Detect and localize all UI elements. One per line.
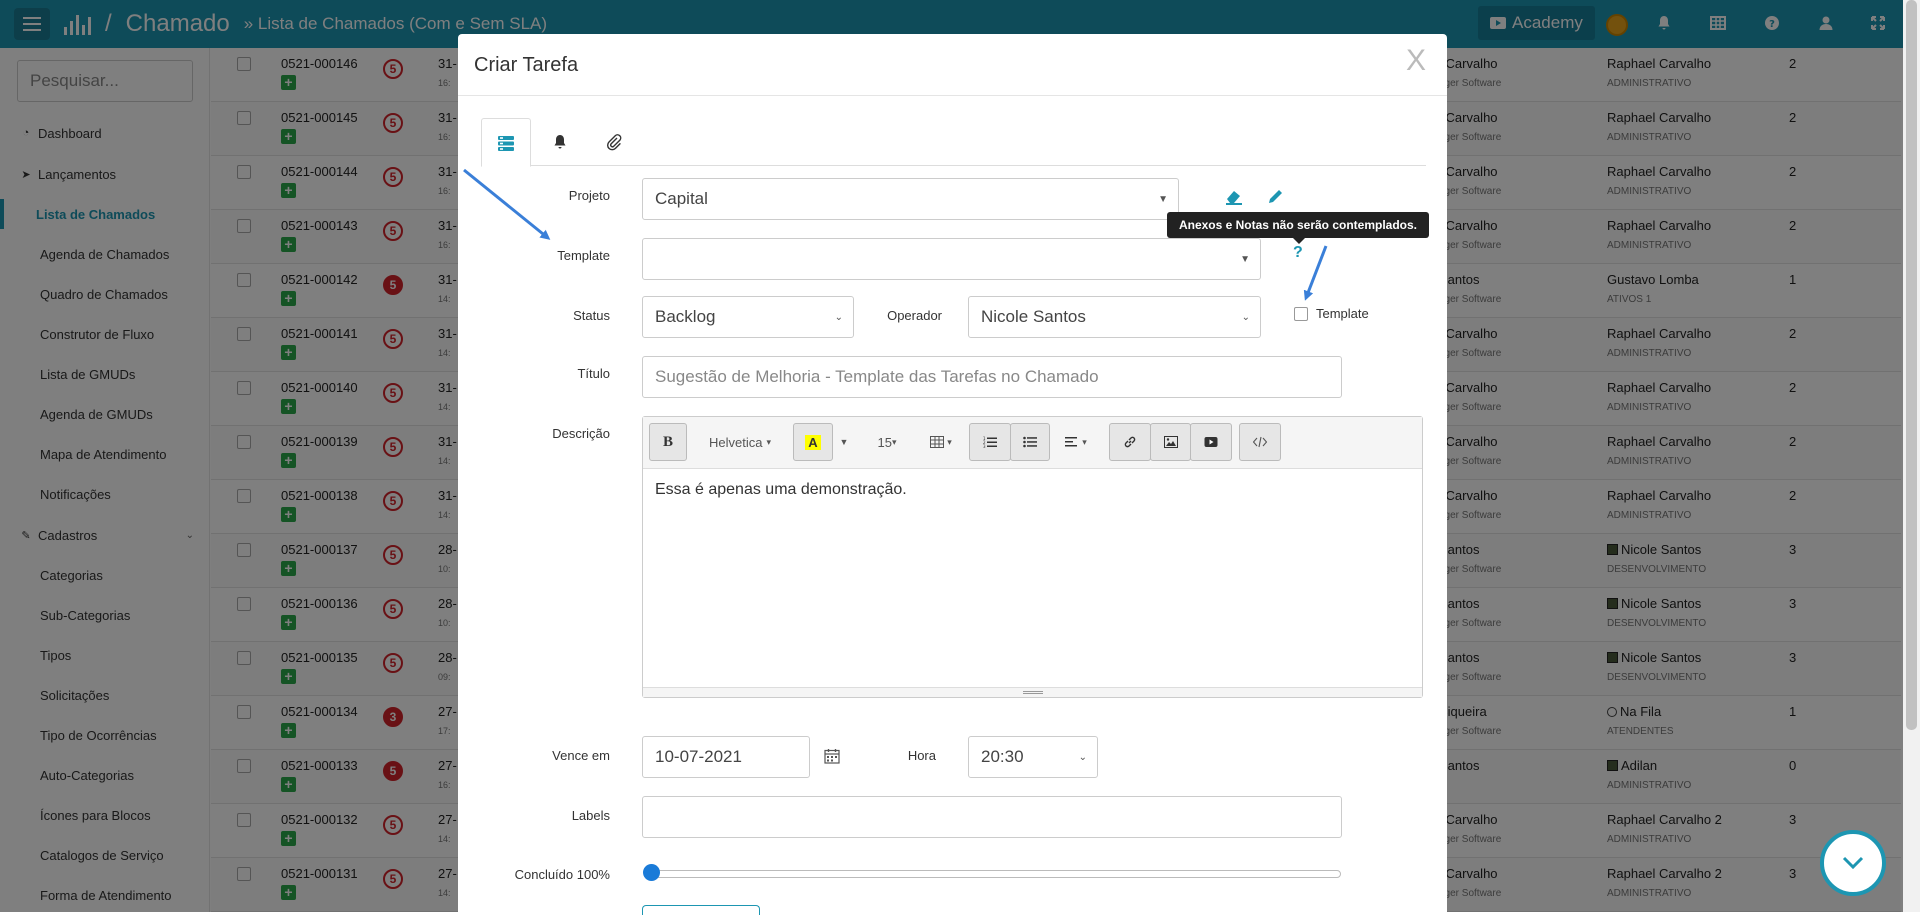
text-color-dropdown[interactable]: ▼ xyxy=(833,423,855,461)
tooltip: Anexos e Notas não serão contemplados. xyxy=(1167,212,1429,244)
ordered-list-button[interactable]: 123 xyxy=(969,423,1011,461)
caret-down-icon: ▾ xyxy=(766,436,771,447)
eraser-icon[interactable] xyxy=(1224,186,1244,206)
hora-select[interactable]: 20:30 ⌄ xyxy=(968,736,1098,778)
editor-toolbar: B Helvetica ▾ A ▼ 15 ▾ ▾ 123 ▾ xyxy=(643,417,1422,469)
table-dropdown[interactable]: ▾ xyxy=(919,423,963,461)
color-letter: A xyxy=(805,434,821,450)
projeto-value: Capital xyxy=(655,189,708,208)
projeto-label: Projeto xyxy=(568,188,610,203)
tasks-icon xyxy=(498,135,514,151)
chevron-down-icon xyxy=(1842,856,1864,870)
page-scrollbar-thumb[interactable] xyxy=(1906,0,1917,730)
concluido-slider-track[interactable] xyxy=(645,870,1341,878)
caret-down-icon: ▾ xyxy=(1082,436,1087,447)
scroll-down-button[interactable] xyxy=(1820,830,1886,896)
table-icon xyxy=(930,436,945,448)
vence-em-label: Vence em xyxy=(552,748,610,763)
image-icon xyxy=(1163,436,1178,448)
bell-icon xyxy=(554,135,566,149)
paperclip-icon xyxy=(606,134,622,151)
concluido-slider-handle[interactable] xyxy=(643,864,660,881)
calendar-icon[interactable] xyxy=(824,748,840,764)
descricao-editor[interactable]: B Helvetica ▾ A ▼ 15 ▾ ▾ 123 ▾ Essa é apen… xyxy=(642,416,1423,698)
caret-down-icon: ▾ xyxy=(891,436,897,447)
projeto-select[interactable]: Capital ▼ xyxy=(642,178,1179,220)
editor-resize-handle[interactable] xyxy=(643,687,1422,697)
template-checkbox-group[interactable]: Template xyxy=(1294,306,1369,321)
font-size-dropdown[interactable]: 15 ▾ xyxy=(865,423,909,461)
text-color-button[interactable]: A xyxy=(793,423,833,461)
modal-tabs xyxy=(481,118,1426,167)
titulo-input[interactable]: Sugestão de Melhoria - Template das Tare… xyxy=(642,356,1342,398)
operador-select[interactable]: Nicole Santos ⌄ xyxy=(968,296,1261,338)
unordered-list-button[interactable] xyxy=(1010,423,1050,461)
editor-content[interactable]: Essa é apenas uma demonstração. xyxy=(655,481,907,499)
status-select[interactable]: Backlog ⌄ xyxy=(642,296,854,338)
font-size-value: 15 xyxy=(877,434,892,450)
code-view-button[interactable] xyxy=(1239,423,1281,461)
align-left-icon xyxy=(1065,437,1078,447)
chevron-down-icon: ⌄ xyxy=(834,311,843,323)
help-question-icon[interactable]: ? xyxy=(1293,244,1303,262)
vence-em-value: 10-07-2021 xyxy=(655,747,742,766)
caret-down-icon: ▼ xyxy=(1240,253,1250,265)
labels-label: Labels xyxy=(571,808,610,823)
modal-title: Criar Tarefa xyxy=(474,54,579,76)
concluido-label: Concluído 100% xyxy=(514,867,610,882)
svg-text:3: 3 xyxy=(983,444,986,448)
caret-down-icon: ▼ xyxy=(839,437,849,447)
chevron-down-icon: ⌄ xyxy=(1078,751,1087,763)
vence-em-input[interactable]: 10-07-2021 xyxy=(642,736,810,778)
unordered-list-icon xyxy=(1023,436,1037,448)
paragraph-align-dropdown[interactable]: ▾ xyxy=(1055,423,1097,461)
video-button[interactable] xyxy=(1190,423,1232,461)
operador-value: Nicole Santos xyxy=(981,307,1086,326)
template-checkbox-label: Template xyxy=(1316,306,1369,321)
descricao-label: Descrição xyxy=(552,426,610,441)
link-icon xyxy=(1124,436,1136,448)
code-icon xyxy=(1253,436,1267,448)
titulo-label: Título xyxy=(577,366,610,381)
font-family-dropdown[interactable]: Helvetica ▾ xyxy=(695,423,785,461)
chevron-down-icon: ⌄ xyxy=(1241,311,1250,323)
bold-button[interactable]: B xyxy=(649,423,687,461)
caret-down-icon: ▼ xyxy=(1158,193,1168,205)
hora-value: 20:30 xyxy=(981,747,1024,766)
operador-label: Operador xyxy=(887,308,942,323)
link-button[interactable] xyxy=(1109,423,1151,461)
template-label: Template xyxy=(557,248,610,263)
image-button[interactable] xyxy=(1150,423,1191,461)
status-value: Backlog xyxy=(655,307,716,326)
labels-input[interactable] xyxy=(642,796,1342,838)
status-label: Status xyxy=(573,308,610,323)
template-select[interactable]: ▼ xyxy=(642,238,1261,280)
tab-task-details[interactable] xyxy=(481,118,531,167)
hora-label: Hora xyxy=(907,748,936,763)
close-icon[interactable]: X xyxy=(1406,46,1426,76)
tab-notifications[interactable] xyxy=(535,118,585,166)
video-icon xyxy=(1204,437,1218,447)
template-checkbox[interactable] xyxy=(1294,306,1308,321)
submit-button[interactable] xyxy=(642,905,760,915)
pencil-icon[interactable] xyxy=(1266,186,1286,206)
tab-attachments[interactable] xyxy=(589,118,639,166)
ordered-list-icon: 123 xyxy=(983,436,997,448)
font-family-value: Helvetica xyxy=(709,434,763,450)
titulo-placeholder: Sugestão de Melhoria - Template das Tare… xyxy=(655,367,1099,386)
modal-header: Criar Tarefa X xyxy=(458,34,1447,96)
caret-down-icon: ▾ xyxy=(947,436,952,447)
